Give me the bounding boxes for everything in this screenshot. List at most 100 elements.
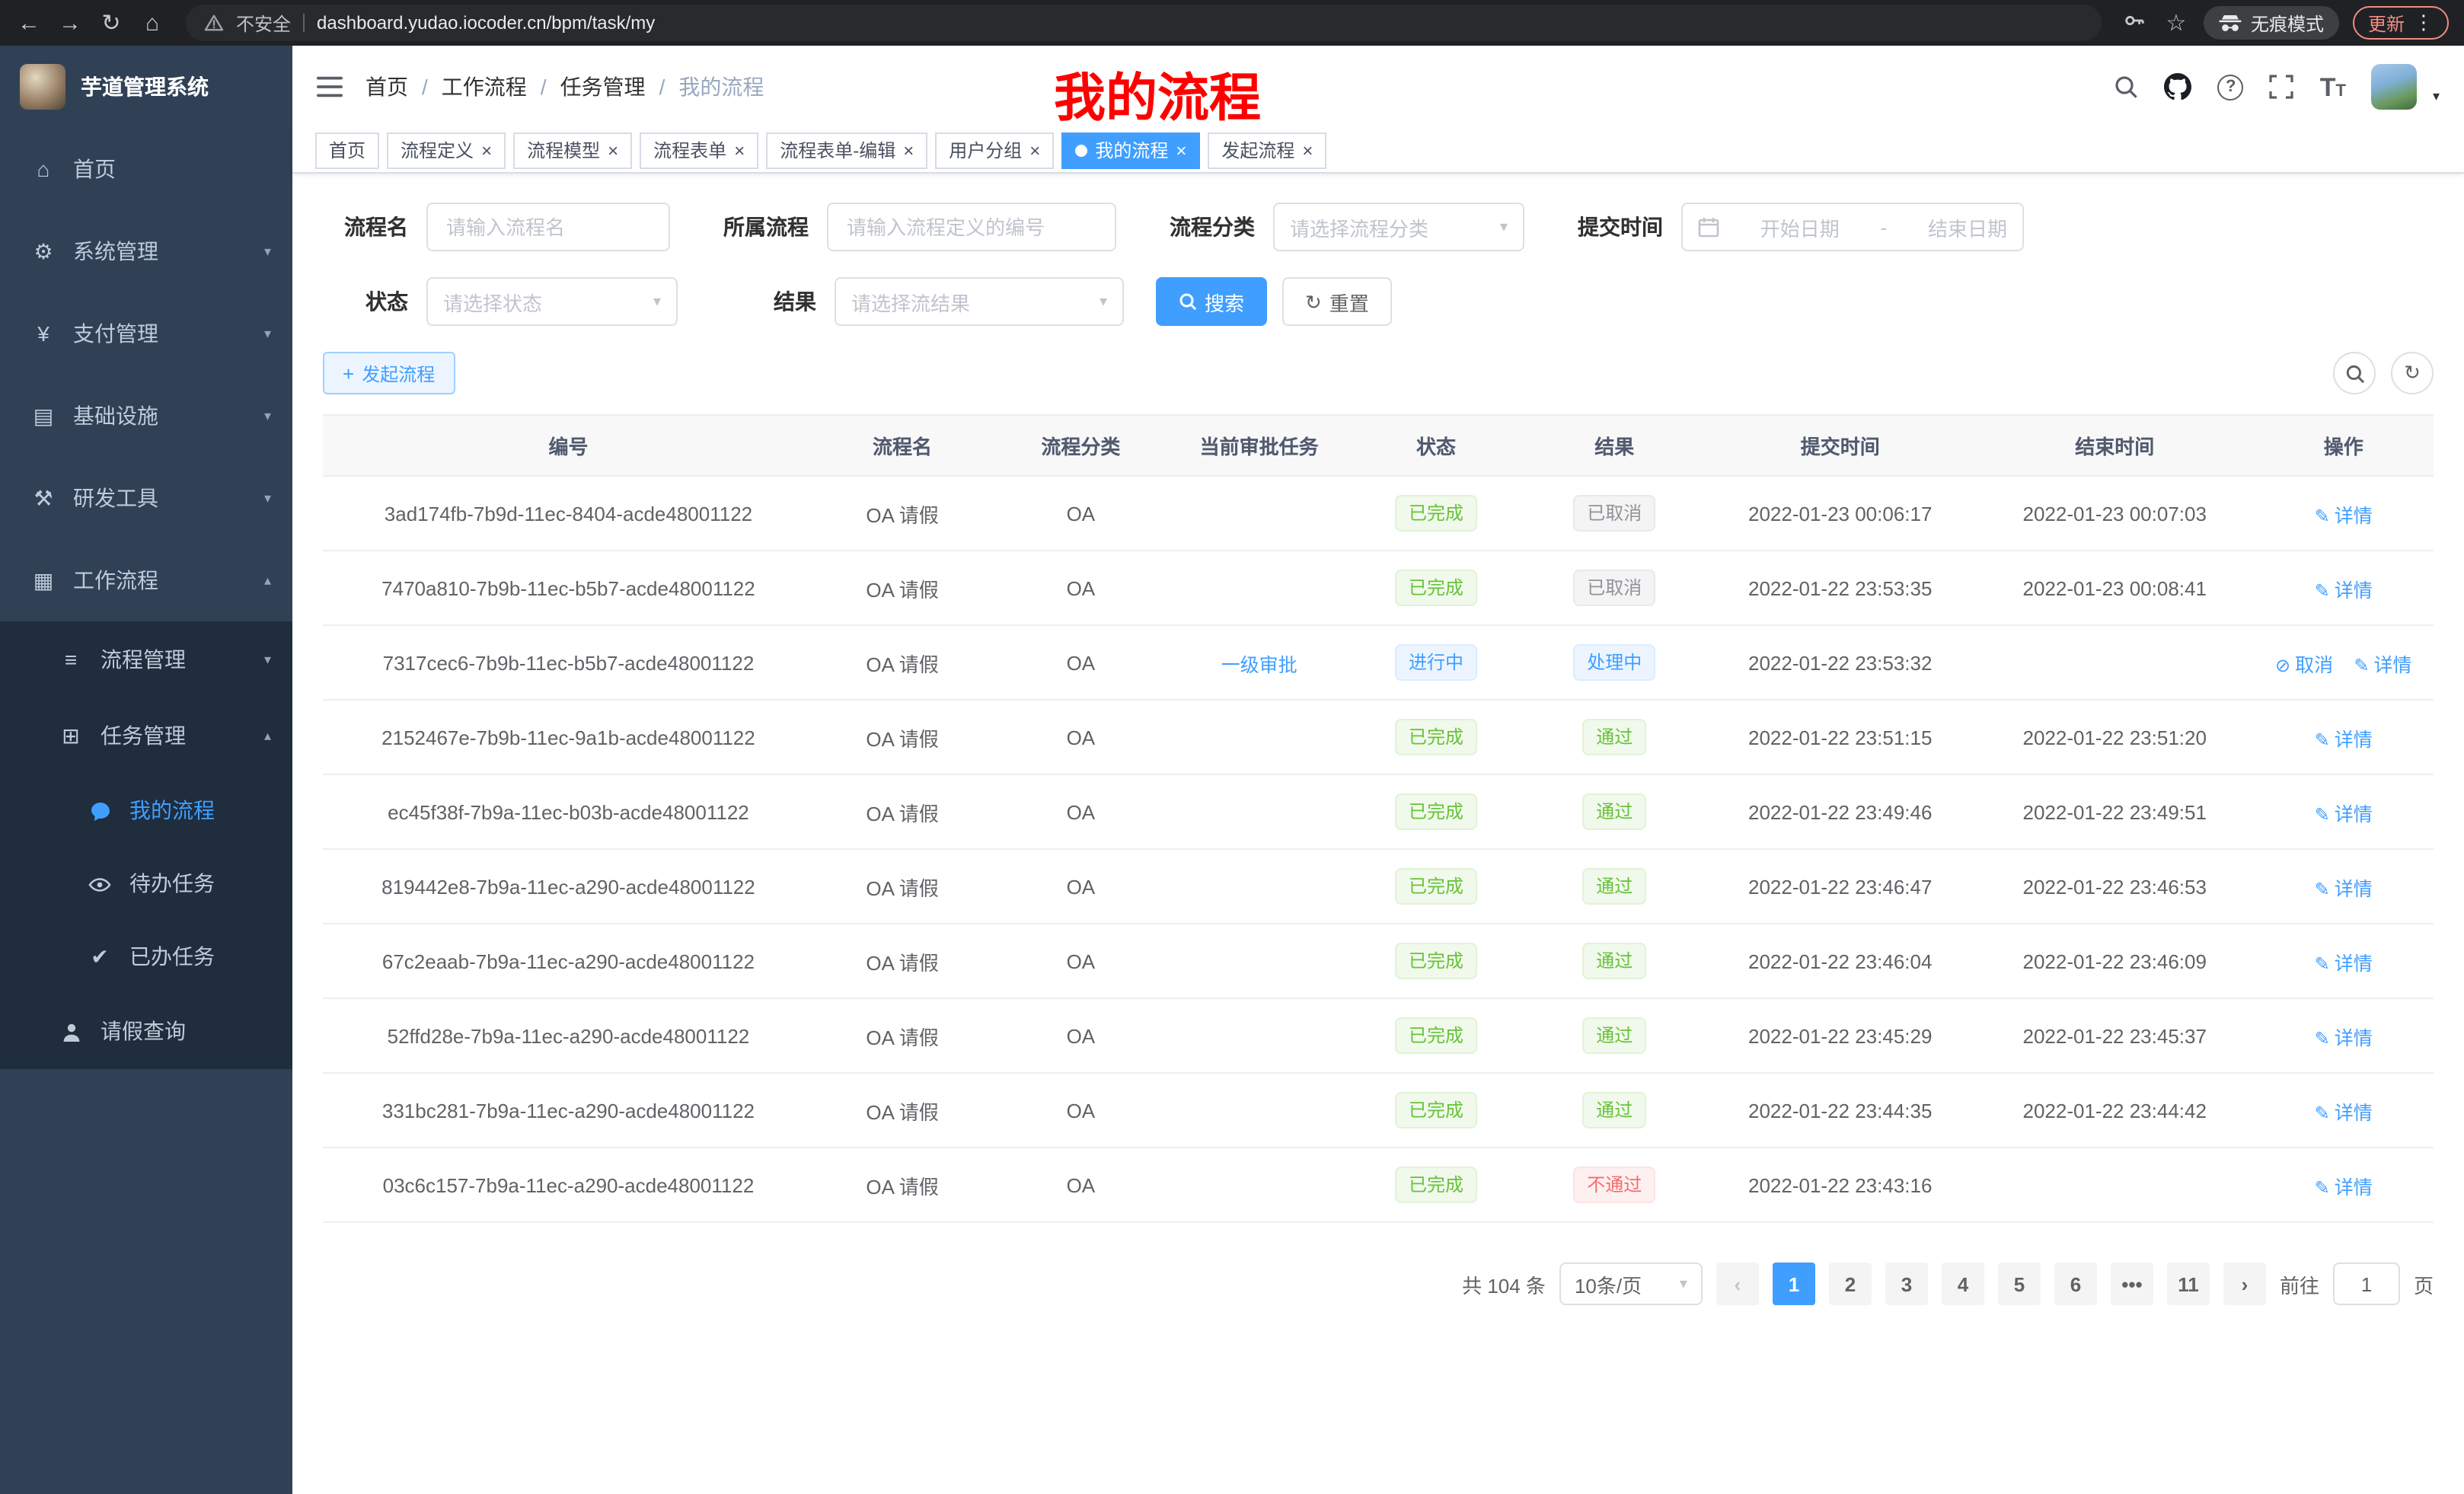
- table-row: 331bc281-7b9a-11ec-a290-acde48001122 OA …: [323, 1073, 2434, 1148]
- close-icon[interactable]: ×: [1029, 141, 1040, 159]
- status-select[interactable]: 请选择状态 ▾: [426, 277, 678, 326]
- tab-process-form-edit[interactable]: 流程表单-编辑 ×: [766, 132, 927, 168]
- page-button-6[interactable]: 6: [2054, 1263, 2097, 1305]
- detail-link[interactable]: ✎详情: [2315, 579, 2373, 601]
- search-button[interactable]: 搜索: [1156, 277, 1267, 326]
- close-icon[interactable]: ×: [734, 141, 745, 159]
- sidebar-item-process-management[interactable]: ≡ 流程管理 ▾: [0, 621, 292, 698]
- reset-button[interactable]: ↻ 重置: [1282, 277, 1392, 326]
- more-pages-button[interactable]: •••: [2111, 1263, 2153, 1305]
- submit-time-cell: 2022-01-22 23:49:46: [1704, 774, 1976, 849]
- col-submit-time: 提交时间: [1704, 415, 1976, 476]
- sidebar-item-payment[interactable]: ¥ 支付管理 ▾: [0, 292, 292, 375]
- sidebar-item-done-tasks[interactable]: ✔ 已办任务: [0, 920, 292, 993]
- current-task-link[interactable]: 一级审批: [1221, 654, 1297, 675]
- close-icon[interactable]: ×: [608, 141, 618, 159]
- avatar[interactable]: [2372, 64, 2418, 110]
- process-category-cell: OA: [991, 1073, 1170, 1148]
- sidebar-item-system[interactable]: ⚙ 系统管理 ▾: [0, 210, 292, 292]
- page-button-4[interactable]: 4: [1942, 1263, 1984, 1305]
- tab-my-process[interactable]: 我的流程 ×: [1061, 132, 1200, 168]
- breadcrumb-item-home[interactable]: 首页: [365, 72, 408, 102]
- page-unit-label: 页: [2414, 1269, 2434, 1298]
- detail-link[interactable]: ✎详情: [2315, 1102, 2373, 1123]
- page-button-2[interactable]: 2: [1829, 1263, 1872, 1305]
- github-icon-button[interactable]: [2165, 73, 2192, 101]
- forward-button[interactable]: →: [56, 11, 84, 34]
- search-icon: [2344, 363, 2364, 383]
- toggle-search-button[interactable]: [2333, 352, 2376, 394]
- result-tag: 已取消: [1573, 570, 1655, 606]
- cancel-link[interactable]: ⊘取消: [2275, 654, 2333, 675]
- sidebar-item-devtools[interactable]: ⚒ 研发工具 ▾: [0, 457, 292, 539]
- back-button[interactable]: ←: [15, 11, 43, 34]
- close-icon[interactable]: ×: [1302, 141, 1313, 159]
- detail-link[interactable]: ✎详情: [2315, 803, 2373, 825]
- incognito-icon: [2219, 14, 2242, 31]
- page-button-3[interactable]: 3: [1885, 1263, 1928, 1305]
- tab-home[interactable]: 首页: [315, 132, 379, 168]
- star-icon[interactable]: ☆: [2162, 11, 2190, 34]
- col-end-time: 结束时间: [1976, 415, 2254, 476]
- date-range-picker[interactable]: 开始日期 - 结束日期: [1681, 203, 2024, 251]
- help-icon-button[interactable]: ?: [2218, 74, 2244, 100]
- close-icon[interactable]: ×: [1176, 141, 1186, 159]
- detail-link[interactable]: ✎详情: [2354, 654, 2411, 675]
- sidebar-item-my-process[interactable]: 我的流程: [0, 774, 292, 847]
- sidebar-item-todo-tasks[interactable]: 待办任务: [0, 847, 292, 920]
- key-icon[interactable]: [2121, 9, 2149, 37]
- create-process-button[interactable]: + 发起流程: [323, 352, 455, 394]
- sidebar-item-task-management[interactable]: ⊞ 任务管理 ▴: [0, 698, 292, 774]
- plus-icon: +: [343, 363, 354, 383]
- tab-process-model[interactable]: 流程模型 ×: [513, 132, 632, 168]
- detail-link[interactable]: ✎详情: [2315, 953, 2373, 974]
- font-size-button[interactable]: TT: [2320, 74, 2346, 100]
- category-select[interactable]: 请选择流程分类 ▾: [1273, 203, 1524, 251]
- process-category-cell: OA: [991, 774, 1170, 849]
- result-select[interactable]: 请选择流结果 ▾: [835, 277, 1124, 326]
- search-icon-button[interactable]: [2115, 75, 2139, 99]
- submit-time-cell: 2022-01-22 23:53:32: [1704, 625, 1976, 700]
- breadcrumb-item-current: 我的流程: [678, 72, 764, 102]
- address-bar[interactable]: 不安全 dashboard.yudao.iocoder.cn/bpm/task/…: [186, 5, 2102, 41]
- page-button-1[interactable]: 1: [1773, 1263, 1815, 1305]
- tab-process-definition[interactable]: 流程定义 ×: [387, 132, 506, 168]
- col-actions: 操作: [2253, 415, 2434, 476]
- process-name-cell: OA 请假: [814, 700, 991, 774]
- fullscreen-icon-button[interactable]: [2270, 75, 2294, 99]
- detail-link[interactable]: ✎详情: [2315, 1027, 2373, 1049]
- detail-link[interactable]: ✎详情: [2315, 729, 2373, 750]
- home-button[interactable]: ⌂: [139, 11, 166, 34]
- browser-menu-icon[interactable]: ⋮: [2414, 11, 2434, 35]
- process-name-input[interactable]: [426, 203, 670, 251]
- sidebar-item-home[interactable]: ⌂ 首页: [0, 128, 292, 210]
- reload-button[interactable]: ↻: [97, 11, 125, 34]
- page-size-select[interactable]: 10条/页 ▾: [1559, 1263, 1703, 1305]
- close-icon[interactable]: ×: [481, 141, 492, 159]
- process-name-cell: OA 请假: [814, 774, 991, 849]
- detail-link[interactable]: ✎详情: [2315, 505, 2373, 526]
- tab-start-process[interactable]: 发起流程 ×: [1208, 132, 1326, 168]
- page-button-5[interactable]: 5: [1998, 1263, 2041, 1305]
- actions-cell: ⊘取消 ✎详情: [2253, 1073, 2434, 1148]
- tab-user-group[interactable]: 用户分组 ×: [935, 132, 1054, 168]
- close-icon[interactable]: ×: [903, 141, 914, 159]
- result-tag: 通过: [1582, 719, 1646, 755]
- next-page-button[interactable]: ›: [2223, 1263, 2266, 1305]
- refresh-table-button[interactable]: ↻: [2391, 352, 2434, 394]
- sidebar-item-leave-query[interactable]: 请假查询: [0, 993, 292, 1069]
- tab-process-form[interactable]: 流程表单 ×: [640, 132, 758, 168]
- page-button-11[interactable]: 11: [2167, 1263, 2210, 1305]
- page-jump-input[interactable]: [2333, 1263, 2400, 1305]
- detail-link[interactable]: ✎详情: [2315, 878, 2373, 899]
- breadcrumb-item-task-management: 任务管理: [560, 72, 646, 102]
- prev-page-button[interactable]: ‹: [1716, 1263, 1759, 1305]
- hamburger-button[interactable]: [317, 76, 343, 97]
- table-row: 67c2eaab-7b9a-11ec-a290-acde48001122 OA …: [323, 924, 2434, 998]
- detail-link[interactable]: ✎详情: [2315, 1176, 2373, 1198]
- sidebar-item-infrastructure[interactable]: ▤ 基础设施 ▾: [0, 375, 292, 457]
- update-button[interactable]: 更新 ⋮: [2353, 6, 2449, 40]
- process-definition-input[interactable]: [827, 203, 1116, 251]
- filter-row-2: 状态 请选择状态 ▾ 结果 请选择流结果 ▾: [323, 277, 2434, 326]
- sidebar-item-workflow[interactable]: ▦ 工作流程 ▴: [0, 539, 292, 621]
